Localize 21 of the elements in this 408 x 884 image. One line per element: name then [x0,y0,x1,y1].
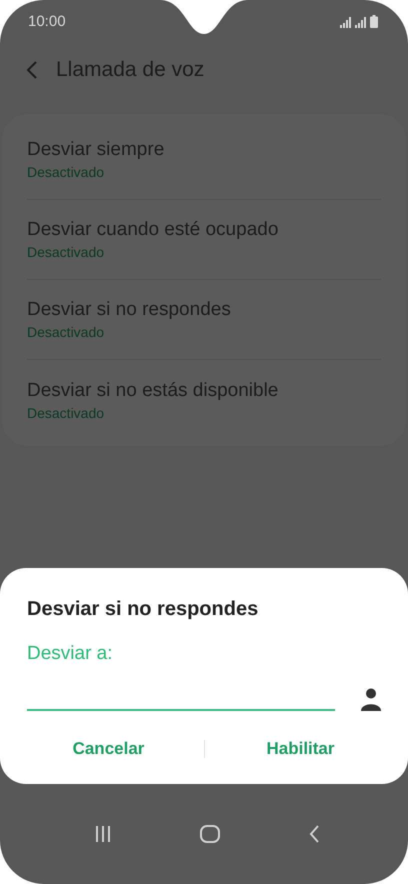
field-label: Desviar a: [27,643,114,665]
setting-title[interactable]: Desviar siempre [27,139,381,161]
dialog-button[interactable]: Habilitar [205,733,396,765]
dialog-title: Desviar si no respondes [27,598,260,621]
back-icon[interactable] [26,60,38,80]
setting-status: Desactivado [27,324,106,340]
signal-icon [340,16,352,28]
screen-title: Llamada de voz [56,58,204,82]
contact-icon[interactable] [361,688,381,711]
setting-title[interactable]: Desviar cuando esté ocupado [27,219,381,241]
signal-icon [355,16,367,28]
setting-title[interactable]: Desviar si no respondes [27,299,381,321]
home-icon[interactable] [200,825,220,843]
recents-icon[interactable] [94,826,111,842]
setting-status: Desactivado [27,164,106,180]
battery-icon [370,14,378,28]
setting-status: Desactivado [27,404,106,420]
setting-title[interactable]: Desviar si no estás disponible [27,380,381,402]
dialog-button[interactable]: Cancelar [13,733,204,765]
setting-status: Desactivado [27,244,106,260]
status-time: 10:00 [28,12,66,30]
